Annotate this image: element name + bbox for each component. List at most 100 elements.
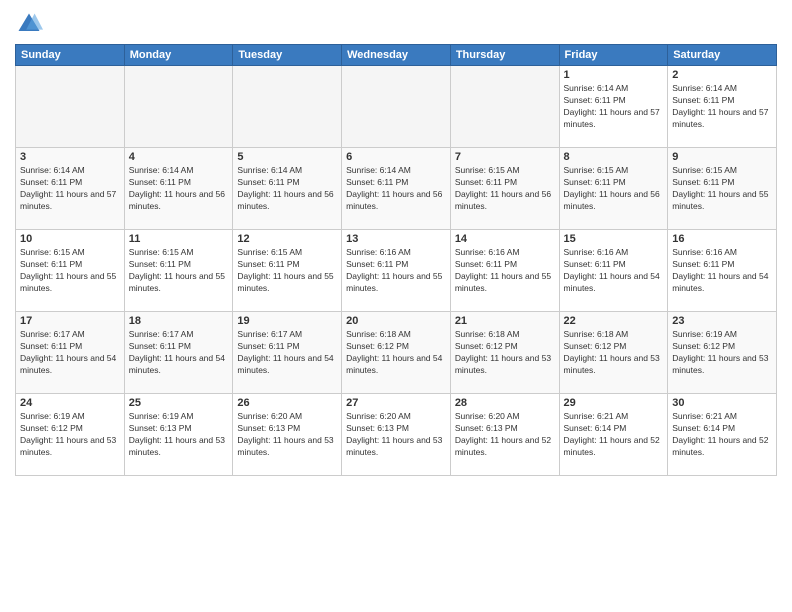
day-number: 8 (564, 151, 664, 163)
day-info: Sunrise: 6:14 AM Sunset: 6:11 PM Dayligh… (672, 83, 772, 131)
sunrise: Sunrise: 6:18 AM (564, 329, 629, 339)
daylight: Daylight: 11 hours and 52 minutes. (564, 435, 660, 457)
day-header-sunday: Sunday (16, 45, 125, 66)
day-cell: 9 Sunrise: 6:15 AM Sunset: 6:11 PM Dayli… (668, 148, 777, 230)
day-number: 23 (672, 315, 772, 327)
sunset: Sunset: 6:11 PM (455, 177, 517, 187)
day-number: 15 (564, 233, 664, 245)
day-cell: 26 Sunrise: 6:20 AM Sunset: 6:13 PM Dayl… (233, 394, 342, 476)
sunrise: Sunrise: 6:18 AM (455, 329, 520, 339)
day-cell: 3 Sunrise: 6:14 AM Sunset: 6:11 PM Dayli… (16, 148, 125, 230)
daylight: Daylight: 11 hours and 57 minutes. (564, 107, 660, 129)
sunrise: Sunrise: 6:19 AM (672, 329, 737, 339)
sunset: Sunset: 6:11 PM (237, 341, 299, 351)
sunrise: Sunrise: 6:15 AM (237, 247, 302, 257)
day-cell: 13 Sunrise: 6:16 AM Sunset: 6:11 PM Dayl… (342, 230, 451, 312)
day-number: 12 (237, 233, 337, 245)
day-cell: 17 Sunrise: 6:17 AM Sunset: 6:11 PM Dayl… (16, 312, 125, 394)
daylight: Daylight: 11 hours and 55 minutes. (455, 271, 551, 293)
day-info: Sunrise: 6:15 AM Sunset: 6:11 PM Dayligh… (129, 247, 229, 295)
sunrise: Sunrise: 6:14 AM (20, 165, 85, 175)
sunrise: Sunrise: 6:18 AM (346, 329, 411, 339)
daylight: Daylight: 11 hours and 53 minutes. (237, 435, 333, 457)
daylight: Daylight: 11 hours and 52 minutes. (455, 435, 551, 457)
day-cell: 5 Sunrise: 6:14 AM Sunset: 6:11 PM Dayli… (233, 148, 342, 230)
day-number: 18 (129, 315, 229, 327)
daylight: Daylight: 11 hours and 55 minutes. (346, 271, 442, 293)
sunrise: Sunrise: 6:17 AM (20, 329, 85, 339)
day-cell: 22 Sunrise: 6:18 AM Sunset: 6:12 PM Dayl… (559, 312, 668, 394)
day-info: Sunrise: 6:15 AM Sunset: 6:11 PM Dayligh… (672, 165, 772, 213)
sunset: Sunset: 6:11 PM (20, 341, 82, 351)
daylight: Daylight: 11 hours and 55 minutes. (129, 271, 225, 293)
day-cell: 19 Sunrise: 6:17 AM Sunset: 6:11 PM Dayl… (233, 312, 342, 394)
day-cell: 23 Sunrise: 6:19 AM Sunset: 6:12 PM Dayl… (668, 312, 777, 394)
sunrise: Sunrise: 6:20 AM (346, 411, 411, 421)
day-number: 14 (455, 233, 555, 245)
day-number: 26 (237, 397, 337, 409)
day-cell: 25 Sunrise: 6:19 AM Sunset: 6:13 PM Dayl… (124, 394, 233, 476)
day-cell: 16 Sunrise: 6:16 AM Sunset: 6:11 PM Dayl… (668, 230, 777, 312)
sunset: Sunset: 6:11 PM (672, 259, 734, 269)
day-info: Sunrise: 6:19 AM Sunset: 6:12 PM Dayligh… (20, 411, 120, 459)
daylight: Daylight: 11 hours and 53 minutes. (346, 435, 442, 457)
sunset: Sunset: 6:12 PM (672, 341, 735, 351)
sunset: Sunset: 6:11 PM (672, 95, 734, 105)
sunrise: Sunrise: 6:15 AM (455, 165, 520, 175)
sunrise: Sunrise: 6:14 AM (672, 83, 737, 93)
sunset: Sunset: 6:13 PM (455, 423, 518, 433)
day-number: 28 (455, 397, 555, 409)
daylight: Daylight: 11 hours and 56 minutes. (346, 189, 442, 211)
day-cell (124, 66, 233, 148)
day-cell: 29 Sunrise: 6:21 AM Sunset: 6:14 PM Dayl… (559, 394, 668, 476)
day-info: Sunrise: 6:14 AM Sunset: 6:11 PM Dayligh… (346, 165, 446, 213)
week-row-5: 24 Sunrise: 6:19 AM Sunset: 6:12 PM Dayl… (16, 394, 777, 476)
day-header-monday: Monday (124, 45, 233, 66)
day-cell (233, 66, 342, 148)
day-number: 5 (237, 151, 337, 163)
week-row-4: 17 Sunrise: 6:17 AM Sunset: 6:11 PM Dayl… (16, 312, 777, 394)
day-info: Sunrise: 6:20 AM Sunset: 6:13 PM Dayligh… (237, 411, 337, 459)
day-number: 7 (455, 151, 555, 163)
sunset: Sunset: 6:13 PM (346, 423, 409, 433)
day-info: Sunrise: 6:16 AM Sunset: 6:11 PM Dayligh… (564, 247, 664, 295)
sunrise: Sunrise: 6:15 AM (672, 165, 737, 175)
sunset: Sunset: 6:11 PM (20, 259, 82, 269)
day-info: Sunrise: 6:20 AM Sunset: 6:13 PM Dayligh… (346, 411, 446, 459)
calendar: SundayMondayTuesdayWednesdayThursdayFrid… (15, 44, 777, 476)
sunset: Sunset: 6:13 PM (129, 423, 192, 433)
calendar-header: SundayMondayTuesdayWednesdayThursdayFrid… (16, 45, 777, 66)
page: SundayMondayTuesdayWednesdayThursdayFrid… (0, 0, 792, 612)
sunrise: Sunrise: 6:16 AM (455, 247, 520, 257)
day-number: 3 (20, 151, 120, 163)
day-cell: 11 Sunrise: 6:15 AM Sunset: 6:11 PM Dayl… (124, 230, 233, 312)
day-number: 30 (672, 397, 772, 409)
day-info: Sunrise: 6:16 AM Sunset: 6:11 PM Dayligh… (346, 247, 446, 295)
logo-icon (15, 10, 43, 38)
daylight: Daylight: 11 hours and 57 minutes. (672, 107, 768, 129)
day-number: 4 (129, 151, 229, 163)
sunrise: Sunrise: 6:21 AM (564, 411, 629, 421)
daylight: Daylight: 11 hours and 56 minutes. (455, 189, 551, 211)
sunrise: Sunrise: 6:17 AM (237, 329, 302, 339)
day-cell: 30 Sunrise: 6:21 AM Sunset: 6:14 PM Dayl… (668, 394, 777, 476)
day-number: 21 (455, 315, 555, 327)
week-row-1: 1 Sunrise: 6:14 AM Sunset: 6:11 PM Dayli… (16, 66, 777, 148)
day-info: Sunrise: 6:16 AM Sunset: 6:11 PM Dayligh… (672, 247, 772, 295)
day-header-friday: Friday (559, 45, 668, 66)
sunrise: Sunrise: 6:15 AM (129, 247, 194, 257)
day-cell: 7 Sunrise: 6:15 AM Sunset: 6:11 PM Dayli… (450, 148, 559, 230)
day-header-wednesday: Wednesday (342, 45, 451, 66)
day-info: Sunrise: 6:14 AM Sunset: 6:11 PM Dayligh… (237, 165, 337, 213)
sunrise: Sunrise: 6:14 AM (237, 165, 302, 175)
day-info: Sunrise: 6:15 AM Sunset: 6:11 PM Dayligh… (237, 247, 337, 295)
sunrise: Sunrise: 6:21 AM (672, 411, 737, 421)
day-info: Sunrise: 6:17 AM Sunset: 6:11 PM Dayligh… (20, 329, 120, 377)
day-number: 22 (564, 315, 664, 327)
logo (15, 10, 47, 38)
day-info: Sunrise: 6:15 AM Sunset: 6:11 PM Dayligh… (564, 165, 664, 213)
day-cell: 8 Sunrise: 6:15 AM Sunset: 6:11 PM Dayli… (559, 148, 668, 230)
sunset: Sunset: 6:11 PM (346, 177, 408, 187)
day-number: 24 (20, 397, 120, 409)
day-number: 19 (237, 315, 337, 327)
